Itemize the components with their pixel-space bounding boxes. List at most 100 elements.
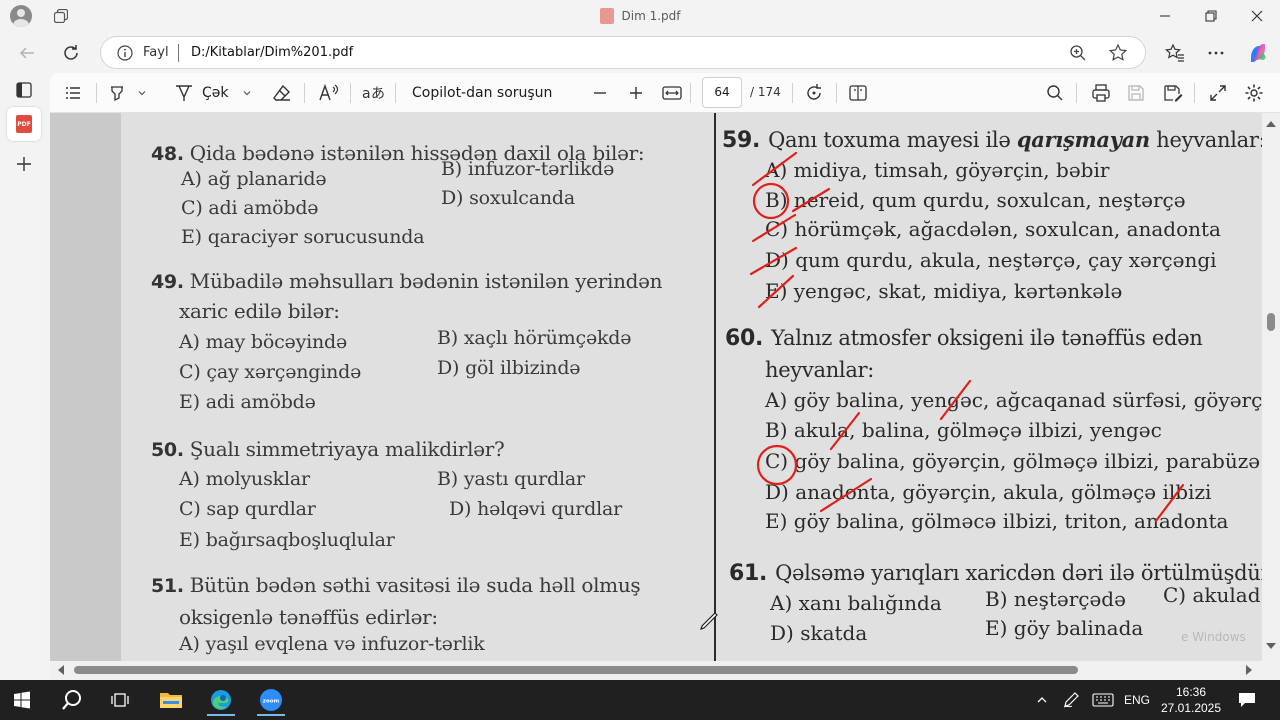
save-button[interactable] (1127, 81, 1145, 105)
strike-59-e (757, 274, 795, 309)
vertical-scroll-thumb[interactable] (1267, 313, 1275, 331)
settings-and-more-button[interactable] (1201, 38, 1231, 68)
strike-59-d (749, 246, 798, 276)
vertical-tab-strip: PDF (0, 73, 48, 680)
print-button[interactable] (1091, 81, 1111, 105)
restore-button[interactable] (1198, 4, 1224, 28)
pen-menu-button[interactable] (1060, 680, 1082, 720)
pdf-viewport[interactable]: 48. Qida bədənə istənilən hissədən daxil … (50, 113, 1280, 680)
rotate-button[interactable] (804, 81, 824, 105)
address-url[interactable]: D:/Kitablar/Dim%201.pdf (191, 45, 353, 60)
translate-button[interactable]: aあ (362, 81, 384, 105)
touch-keyboard-button[interactable] (1090, 680, 1116, 720)
close-icon (1251, 10, 1263, 22)
fit-width-button[interactable] (662, 81, 682, 105)
minimize-button[interactable] (1152, 4, 1178, 28)
clock-time: 16:36 (1175, 685, 1207, 699)
page-view-button[interactable] (848, 81, 868, 105)
vertical-scrollbar[interactable] (1262, 113, 1280, 661)
close-window-button[interactable] (1244, 4, 1270, 28)
circle-59-b (752, 182, 790, 220)
strike-59-c (751, 213, 797, 243)
sidebar-toggle-button[interactable] (13, 79, 35, 101)
svg-text:a: a (362, 86, 371, 102)
pdf-page: 48. Qida bədənə istənilən hissədən daxil … (121, 113, 1271, 661)
chevron-down-icon (138, 91, 146, 96)
back-arrow-icon (19, 47, 34, 59)
scroll-right-icon[interactable] (1246, 665, 1252, 675)
scroll-down-icon[interactable] (1266, 643, 1276, 649)
notifications-button[interactable] (1234, 680, 1260, 720)
horizontal-scrollbar[interactable] (50, 661, 1280, 680)
toolbar-separator (836, 83, 837, 103)
panel-icon (16, 82, 32, 98)
show-hidden-icons-button[interactable] (1032, 680, 1052, 720)
zoom-in-button[interactable] (628, 81, 644, 105)
toolbar-separator (792, 83, 793, 103)
window-title: Dim 1.pdf (0, 8, 1280, 24)
input-language-indicator[interactable]: ENG (1120, 680, 1154, 720)
new-tab-button[interactable] (13, 153, 35, 175)
scroll-up-icon[interactable] (1266, 121, 1276, 127)
highlighter-icon (111, 86, 123, 102)
eraser-icon (273, 84, 290, 101)
toolbar-separator (690, 83, 691, 103)
favorites-button[interactable] (1160, 38, 1190, 68)
draw-label: Çək (202, 85, 229, 101)
highlight-button[interactable] (108, 81, 148, 105)
scroll-left-icon[interactable] (58, 665, 64, 675)
favorite-star-icon[interactable] (1108, 43, 1128, 63)
file-explorer-button[interactable] (151, 684, 191, 716)
refresh-button[interactable] (56, 38, 86, 68)
clock-date: 27.01.2025 (1160, 701, 1222, 715)
minus-icon (594, 92, 606, 94)
zoom-icon[interactable] (1069, 44, 1087, 62)
print-icon (1092, 84, 1110, 102)
toolbar-separator (1194, 83, 1195, 103)
horizontal-scroll-thumb[interactable] (74, 666, 1078, 674)
address-bar[interactable]: Fayl D:/Kitablar/Dim%201.pdf (100, 36, 1146, 69)
restore-icon (1205, 10, 1217, 22)
toolbar-separator (1076, 83, 1077, 103)
fullscreen-button[interactable] (1209, 81, 1227, 105)
save-disk-icon (1128, 85, 1144, 101)
info-icon[interactable] (117, 45, 133, 61)
ink-annotations (749, 151, 1185, 523)
clock[interactable]: 16:36 27.01.2025 (1156, 684, 1226, 716)
save-as-button[interactable] (1163, 81, 1183, 105)
page-number-input[interactable]: 64 (702, 77, 742, 108)
search-button[interactable] (52, 684, 92, 716)
tab-dim-pdf[interactable]: PDF (7, 107, 41, 141)
back-button[interactable] (12, 38, 42, 68)
strike-60-b (829, 411, 861, 451)
minimize-icon (1160, 15, 1170, 17)
contents-button[interactable] (64, 81, 82, 105)
svg-text:zoom: zoom (263, 699, 280, 705)
strike-59-a (751, 151, 798, 187)
edge-browser-button[interactable] (201, 684, 241, 716)
toolbar-separator (350, 83, 351, 103)
window-title-text: Dim 1.pdf (621, 9, 681, 23)
pdf-toolbar: Çək aあ Copilot-dan soruşun 64 / 174 (50, 73, 1280, 113)
chevron-up-icon (1037, 697, 1047, 703)
folder-icon (160, 693, 182, 708)
read-aloud-button[interactable] (318, 81, 340, 105)
total-pages: / 174 (750, 85, 781, 99)
draw-button[interactable]: Çək (174, 81, 253, 105)
zoom-app-button[interactable]: zoom (251, 684, 291, 716)
chevron-down-icon (243, 91, 250, 96)
copilot-button[interactable] (1243, 38, 1273, 68)
start-button[interactable] (2, 684, 42, 716)
copilot-icon (1251, 44, 1266, 62)
pdf-settings-button[interactable] (1244, 81, 1264, 105)
find-button[interactable] (1046, 81, 1064, 105)
circle-60-c (756, 444, 798, 486)
erase-button[interactable] (272, 81, 292, 105)
expand-icon (1210, 85, 1226, 101)
task-view-button[interactable] (100, 684, 140, 716)
page-view-icon (849, 85, 867, 101)
plus-icon (630, 87, 642, 99)
navigation-bar: Fayl D:/Kitablar/Dim%201.pdf (0, 33, 1280, 73)
zoom-out-button[interactable] (592, 81, 608, 105)
copilot-ask-button[interactable]: Copilot-dan soruşun (412, 81, 552, 105)
